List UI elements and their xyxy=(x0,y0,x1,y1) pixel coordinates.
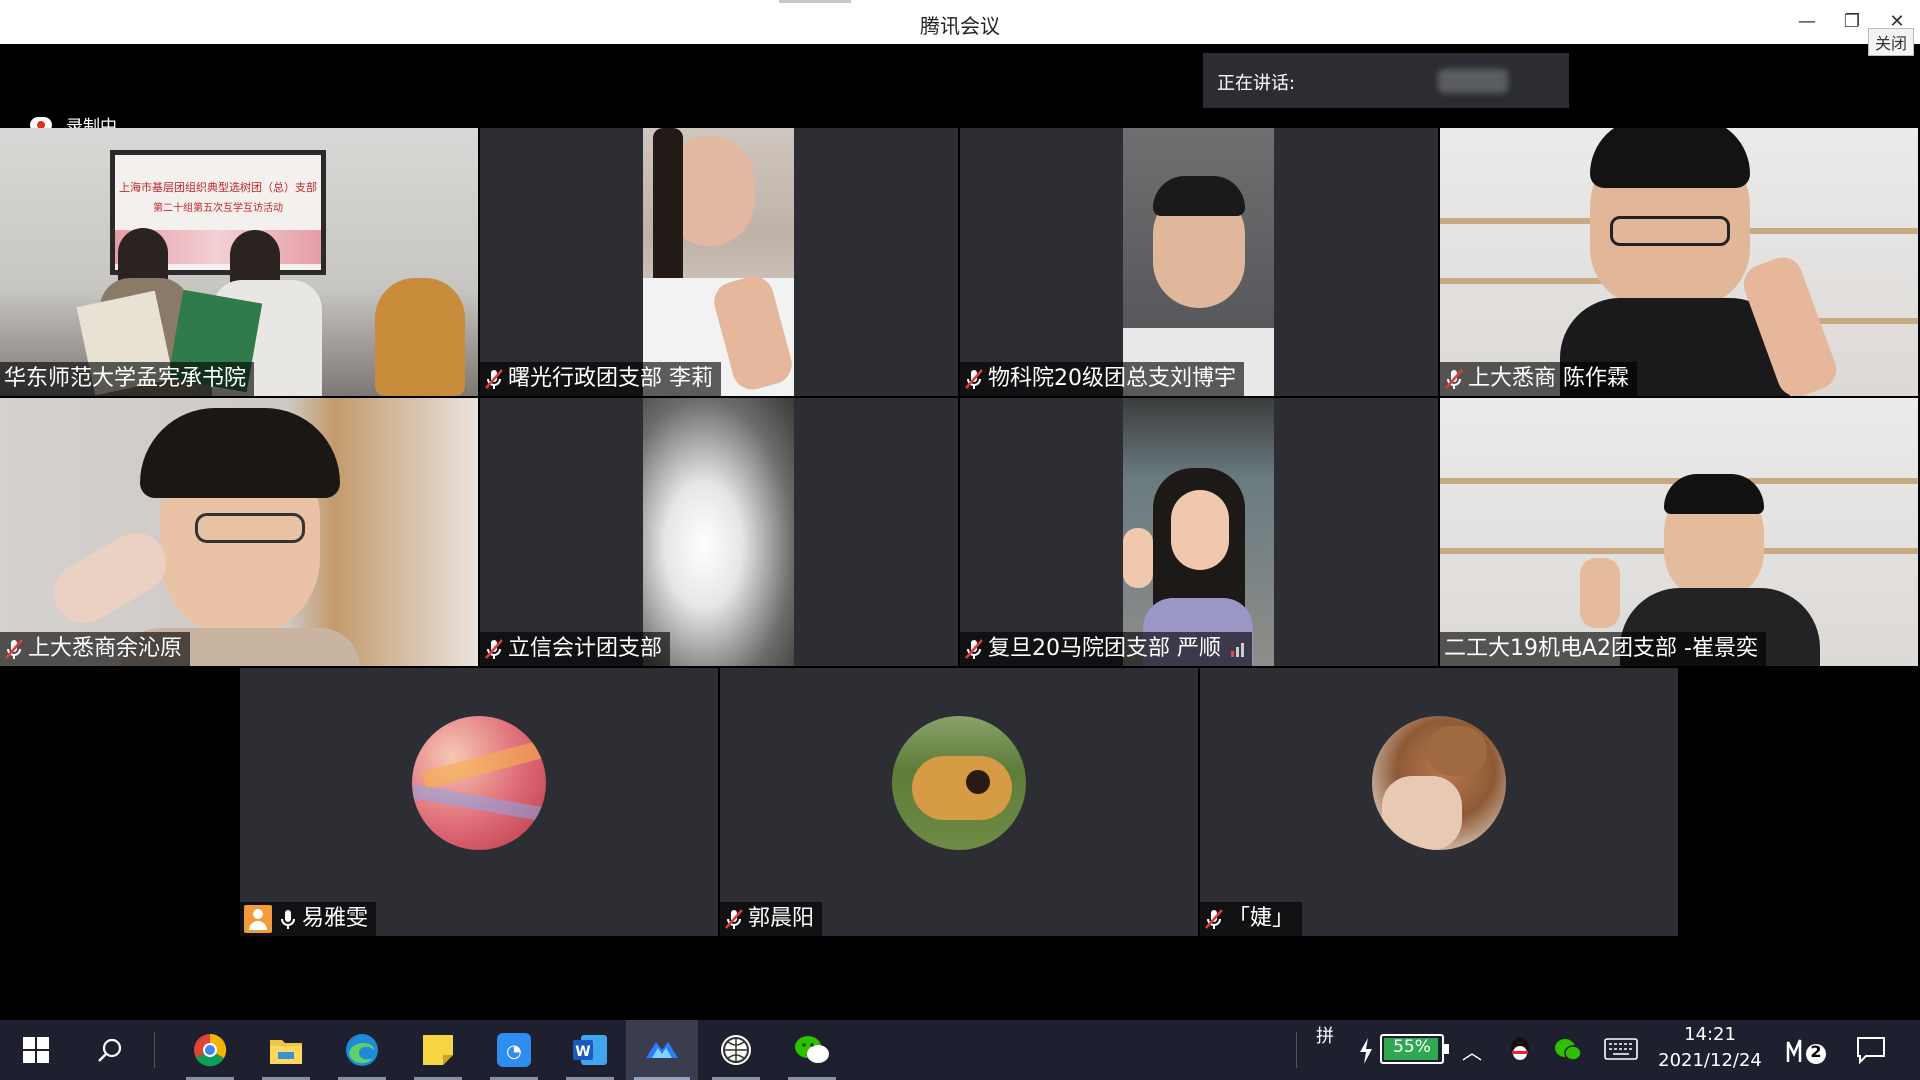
mic-muted-icon xyxy=(4,637,24,661)
charging-icon xyxy=(1358,1038,1374,1068)
participant-tile[interactable]: 曙光行政团支部 李莉 xyxy=(480,128,958,396)
mic-muted-icon xyxy=(964,367,984,391)
participant-name-label: 上大悉商 陈作霖 xyxy=(1440,362,1637,396)
participant-tile[interactable]: 上大悉商 陈作霖 xyxy=(1440,128,1918,396)
sticky-notes-icon[interactable] xyxy=(406,1020,470,1080)
participant-tile[interactable]: 上海市基层团组织典型选树团（总）支部 第二十组第五次互学互访活动 华东师范大学孟… xyxy=(0,128,478,396)
notification-count: 2 xyxy=(1810,1042,1822,1061)
avatar xyxy=(1372,716,1506,850)
participant-name: 「婕」 xyxy=(1228,906,1295,931)
notification-app-icon[interactable]: 2 xyxy=(1786,1036,1826,1070)
keyboard-icon[interactable] xyxy=(1604,1038,1638,1064)
close-tooltip: 关闭 xyxy=(1868,28,1915,56)
speaker-name-blurred xyxy=(1438,69,1508,93)
mic-muted-icon xyxy=(1204,907,1224,931)
mic-icon xyxy=(278,907,298,931)
wechat-icon[interactable] xyxy=(780,1020,844,1080)
avatar xyxy=(412,716,546,850)
participant-tile[interactable]: 郭晨阳 xyxy=(720,668,1198,936)
participant-tile[interactable]: 上大悉商余沁原 xyxy=(0,398,478,666)
participant-name: 上大悉商余沁原 xyxy=(28,636,183,661)
speaking-label: 正在讲话: xyxy=(1217,73,1296,94)
participant-tile[interactable]: 「婕」 xyxy=(1200,668,1678,936)
mic-muted-icon xyxy=(484,367,504,391)
participant-name: 复旦20马院团支部 严顺 xyxy=(988,636,1221,661)
video-feed xyxy=(1123,128,1274,396)
participant-name: 华东师范大学孟宪承书院 xyxy=(4,366,247,391)
battery-indicator[interactable]: 55% xyxy=(1380,1034,1449,1064)
participant-name: 郭晨阳 xyxy=(748,906,815,931)
chevron-up-icon[interactable]: ︿ xyxy=(1462,1036,1482,1065)
participant-tile[interactable]: 易雅雯 xyxy=(240,668,718,936)
participant-name: 易雅雯 xyxy=(302,906,369,931)
globe-app-icon[interactable] xyxy=(704,1020,768,1080)
edge-icon[interactable] xyxy=(330,1020,394,1080)
tab-indicator xyxy=(779,0,851,3)
mic-muted-icon xyxy=(1444,367,1464,391)
chrome-icon[interactable] xyxy=(178,1020,242,1080)
participant-tile[interactable]: 立信会计团支部 xyxy=(480,398,958,666)
banner-line2: 第二十组第五次互学互访活动 xyxy=(153,203,283,214)
participant-tile[interactable]: 物科院20级团总支刘博宇 xyxy=(960,128,1438,396)
svg-text:◔: ◔ xyxy=(506,1041,522,1062)
mic-muted-icon xyxy=(484,637,504,661)
wechat-tray-icon[interactable] xyxy=(1554,1038,1582,1066)
window-title: 腾讯会议 xyxy=(920,14,1000,38)
minimize-button[interactable]: — xyxy=(1787,6,1827,38)
participant-tile[interactable]: 二工大19机电A2团支部 -崔景奕 xyxy=(1440,398,1918,666)
participant-name-label: 郭晨阳 xyxy=(720,902,823,936)
avatar xyxy=(892,716,1026,850)
mic-muted-icon xyxy=(724,907,744,931)
ime-indicator[interactable]: 拼 xyxy=(1316,1022,1334,1048)
participant-name: 上大悉商 陈作霖 xyxy=(1468,366,1629,391)
participant-name: 物科院20级团总支刘博宇 xyxy=(988,366,1236,391)
participant-name-label: 上大悉商余沁原 xyxy=(0,632,191,666)
participant-name-label: 「婕」 xyxy=(1200,902,1303,936)
host-icon xyxy=(244,905,272,933)
participant-name-label: 二工大19机电A2团支部 -崔景奕 xyxy=(1440,632,1766,666)
participant-name-label: 立信会计团支部 xyxy=(480,632,671,666)
file-explorer-icon[interactable] xyxy=(254,1020,318,1080)
participant-name: 曙光行政团支部 李莉 xyxy=(508,366,713,391)
video-feed xyxy=(0,398,478,666)
signal-strength-icon xyxy=(1231,641,1244,657)
mic-muted-icon xyxy=(964,637,984,661)
clock-time[interactable]: 14:21 xyxy=(1650,1024,1770,1045)
tencent-meeting-icon[interactable] xyxy=(626,1020,698,1080)
search-icon[interactable] xyxy=(78,1020,142,1080)
video-feed xyxy=(1440,128,1918,396)
video-feed xyxy=(643,398,794,666)
clock-date[interactable]: 2021/12/24 xyxy=(1650,1050,1770,1071)
participant-name-label: 复旦20马院团支部 严顺 xyxy=(960,632,1252,666)
title-bar: 腾讯会议 — ❐ ✕ xyxy=(0,0,1920,44)
participant-tile[interactable]: 复旦20马院团支部 严顺 xyxy=(960,398,1438,666)
video-feed xyxy=(643,128,797,396)
restore-button[interactable]: ❐ xyxy=(1832,6,1872,38)
battery-percent: 55% xyxy=(1393,1037,1431,1057)
participant-name-label: 华东师范大学孟宪承书院 xyxy=(0,362,255,396)
banner-line1: 上海市基层团组织典型选树团（总）支部 xyxy=(119,181,317,194)
participant-name: 二工大19机电A2团支部 -崔景奕 xyxy=(1444,636,1758,661)
dingtalk-icon[interactable]: ◔ xyxy=(482,1020,546,1080)
video-feed: 上海市基层团组织典型选树团（总）支部 第二十组第五次互学互访活动 xyxy=(0,128,478,396)
participant-name-label: 物科院20级团总支刘博宇 xyxy=(960,362,1244,396)
video-feed xyxy=(1440,398,1918,666)
qq-icon[interactable] xyxy=(1508,1036,1532,1068)
participant-name-label: 易雅雯 xyxy=(240,902,377,936)
svg-text:W: W xyxy=(575,1044,590,1060)
word-icon[interactable]: W xyxy=(558,1020,622,1080)
action-center-icon[interactable] xyxy=(1856,1036,1886,1068)
participant-name-label: 曙光行政团支部 李莉 xyxy=(480,362,721,396)
video-feed xyxy=(1123,398,1274,666)
participant-name: 立信会计团支部 xyxy=(508,636,663,661)
start-icon[interactable] xyxy=(4,1020,68,1080)
speaking-panel: 正在讲话: xyxy=(1203,53,1569,108)
taskbar: ◔ W 拼 55% ︿ 14:21 2021/12/24 2 xyxy=(0,1020,1920,1080)
